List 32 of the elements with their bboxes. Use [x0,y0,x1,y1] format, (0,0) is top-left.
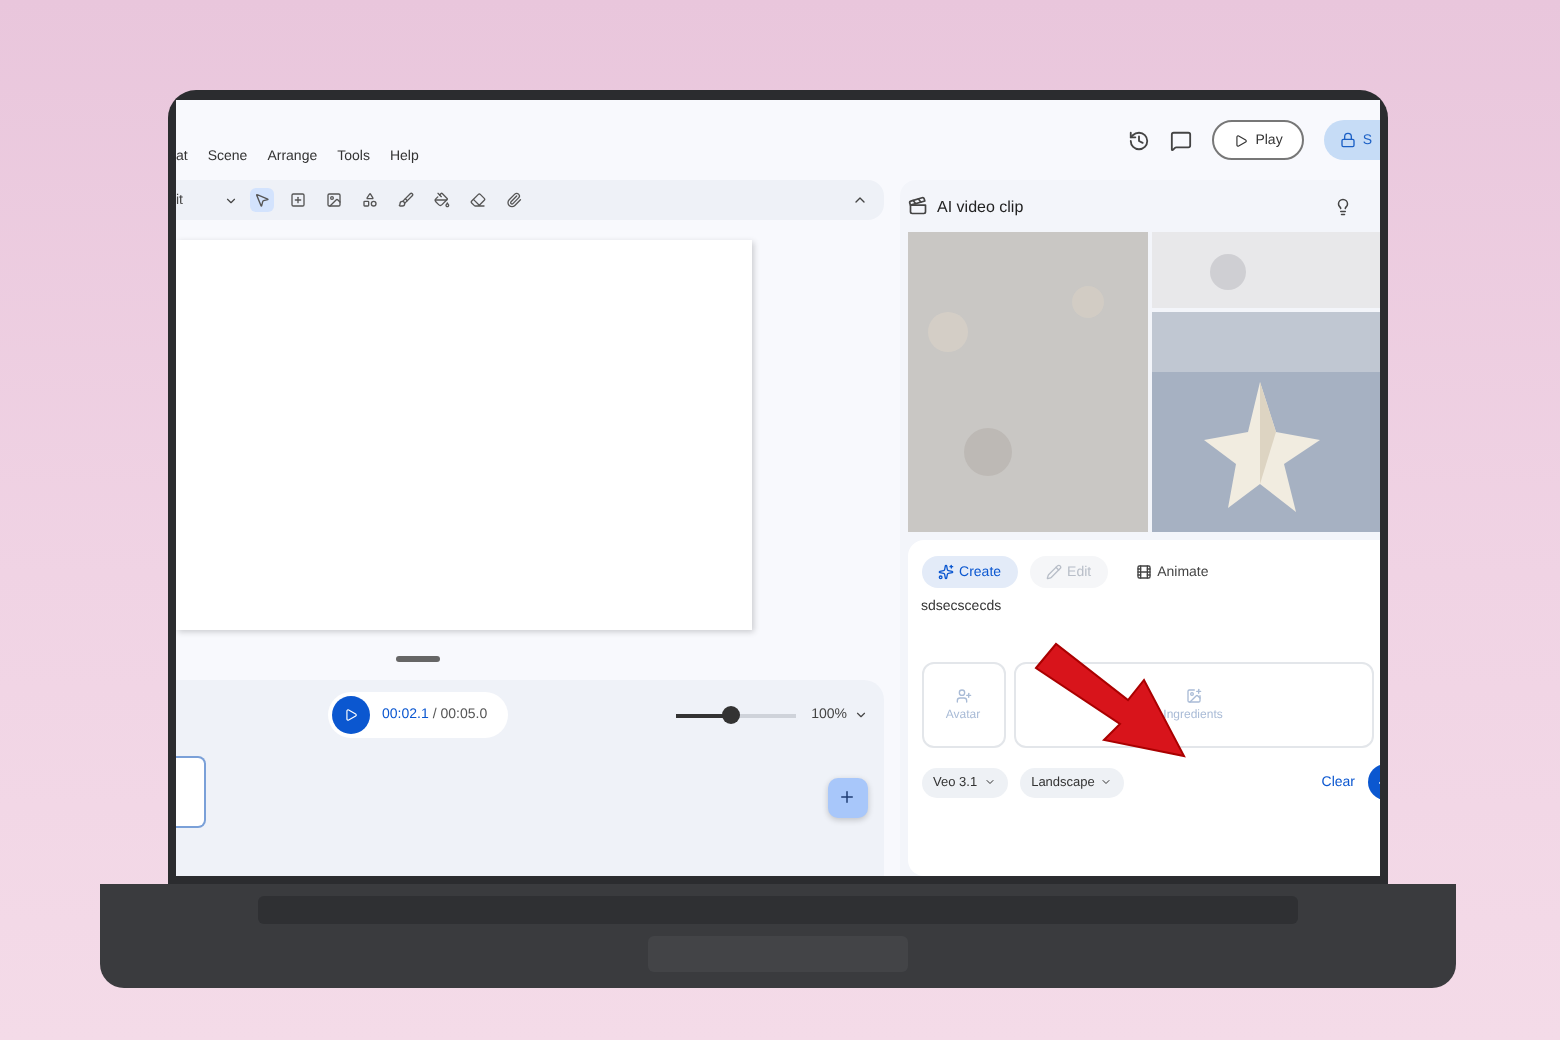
lock-icon [1340,132,1357,148]
paperclip-icon[interactable] [501,188,525,212]
person-plus-icon [955,688,972,704]
collapse-icon[interactable] [851,192,868,208]
film-icon [1135,564,1152,580]
comment-icon[interactable] [1169,129,1192,151]
text-box-icon[interactable] [285,188,309,212]
sparkle-icon [937,564,954,580]
slider-thumb[interactable] [721,705,740,723]
caret-icon[interactable] [223,193,237,207]
caret-icon [983,776,996,788]
pointer-icon[interactable] [249,188,273,212]
shapes-icon[interactable] [357,188,381,212]
pencil-icon [1045,564,1062,580]
timeline-clip[interactable] [176,756,206,828]
clapperboard-icon [907,196,928,216]
resize-handle[interactable] [396,656,440,662]
play-button[interactable] [332,696,370,734]
caret-icon [853,708,868,722]
add-button[interactable] [827,777,868,817]
caret-icon [1100,776,1113,788]
panel-title: AI video clip [937,197,1024,215]
image-icon[interactable] [321,188,345,212]
image-icon [1185,688,1202,704]
plus-icon [838,788,857,806]
eraser-icon[interactable] [465,188,489,212]
paint-bucket-icon[interactable] [429,188,453,212]
history-icon[interactable] [1127,129,1150,151]
lightbulb-icon[interactable] [1333,197,1352,215]
brush-icon[interactable] [393,188,417,212]
play-icon [344,708,358,722]
play-icon [1233,133,1248,147]
